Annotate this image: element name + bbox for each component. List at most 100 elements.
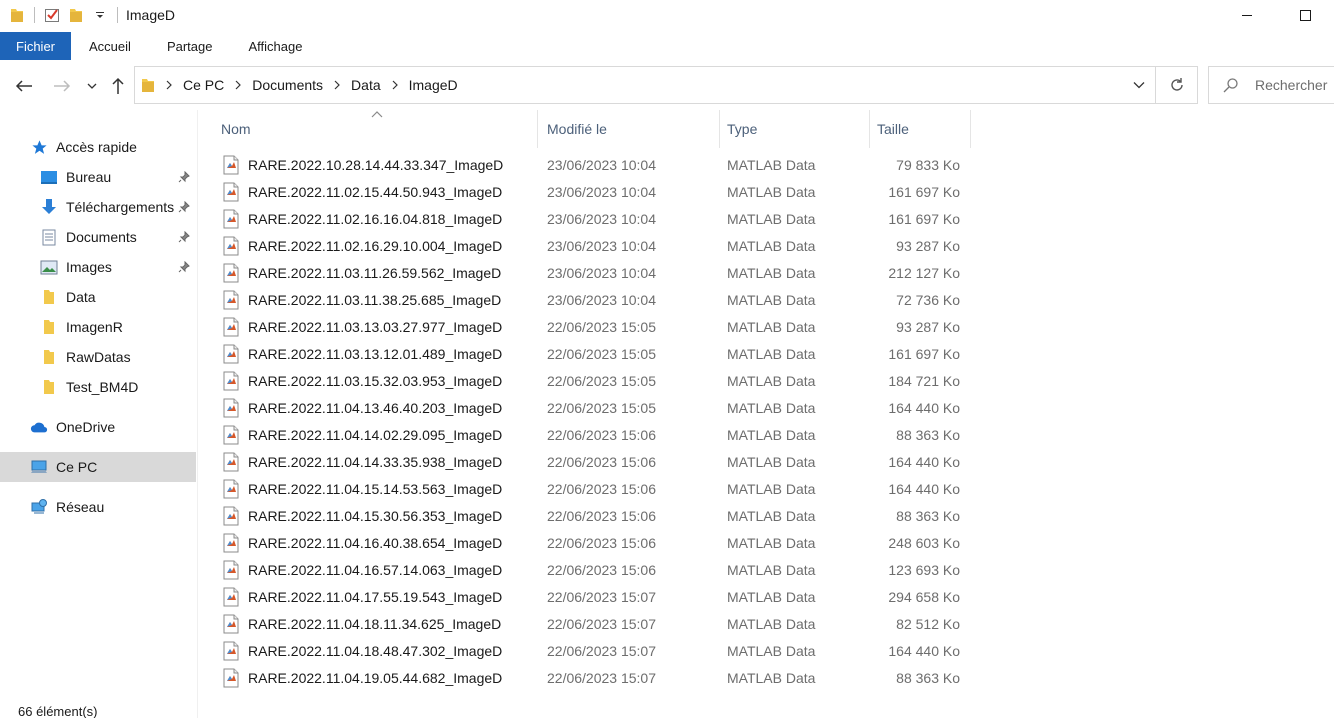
minimize-button[interactable]	[1218, 0, 1276, 30]
matlab-file-icon	[222, 317, 242, 337]
tab-partage[interactable]: Partage	[149, 32, 231, 60]
pin-icon[interactable]	[178, 231, 190, 243]
breadcrumb-ce-pc[interactable]: Ce PC	[183, 77, 224, 93]
matlab-file-icon	[222, 425, 242, 445]
file-row[interactable]: RARE.2022.11.03.11.38.25.685_ImageD 23/06…	[214, 287, 974, 314]
matlab-file-icon	[222, 155, 242, 175]
matlab-file-icon	[222, 290, 242, 310]
file-name: RARE.2022.11.04.17.55.19.543_ImageD	[248, 589, 503, 605]
matlab-file-icon	[222, 452, 242, 472]
file-modified: 23/06/2023 10:04	[547, 211, 656, 227]
tab-accueil[interactable]: Accueil	[71, 32, 149, 60]
breadcrumb-documents[interactable]: Documents	[252, 77, 323, 93]
breadcrumb-chevron-icon[interactable]	[392, 80, 398, 90]
sidebar-item-data[interactable]: Data	[40, 282, 96, 312]
sidebar-item-ce-pc[interactable]: Ce PC	[0, 452, 196, 482]
back-button[interactable]	[12, 74, 36, 98]
search-icon	[1223, 78, 1238, 93]
address-bar[interactable]: Ce PC Documents Data ImageD	[134, 66, 1156, 104]
file-row[interactable]: RARE.2022.11.02.15.44.50.943_ImageD 23/06…	[214, 179, 974, 206]
refresh-button[interactable]	[1156, 66, 1198, 104]
tab-affichage[interactable]: Affichage	[230, 32, 320, 60]
toolbar-divider	[34, 7, 35, 23]
file-size: 164 440 Ko	[888, 643, 960, 659]
folder-icon[interactable]	[8, 6, 26, 24]
matlab-file-icon	[222, 614, 242, 634]
column-divider[interactable]	[970, 110, 971, 148]
file-name: RARE.2022.11.04.15.14.53.563_ImageD	[248, 481, 503, 497]
file-row[interactable]: RARE.2022.11.04.18.11.34.625_ImageD 22/06…	[214, 611, 974, 638]
documents-icon	[40, 228, 58, 246]
file-row[interactable]: RARE.2022.11.04.15.30.56.353_ImageD 22/06…	[214, 503, 974, 530]
file-name: RARE.2022.11.03.15.32.03.953_ImageD	[248, 373, 503, 389]
file-row[interactable]: RARE.2022.11.03.15.32.03.953_ImageD 22/06…	[214, 368, 974, 395]
file-name: RARE.2022.11.02.15.44.50.943_ImageD	[248, 184, 503, 200]
file-name: RARE.2022.11.03.11.26.59.562_ImageD	[248, 265, 502, 281]
tab-fichier[interactable]: Fichier	[0, 32, 72, 60]
breadcrumb-imaged[interactable]: ImageD	[409, 77, 458, 93]
file-row[interactable]: RARE.2022.11.02.16.29.10.004_ImageD 23/06…	[214, 233, 974, 260]
sidebar-item-rawdatas[interactable]: RawDatas	[40, 342, 131, 372]
file-modified: 23/06/2023 10:04	[547, 157, 656, 173]
maximize-button[interactable]	[1276, 0, 1334, 30]
file-name: RARE.2022.11.04.13.46.40.203_ImageD	[248, 400, 503, 416]
pin-icon[interactable]	[178, 201, 190, 213]
star-icon	[30, 138, 48, 156]
pin-icon[interactable]	[178, 261, 190, 273]
column-header-type[interactable]: Type	[720, 110, 868, 148]
folder-icon	[40, 378, 58, 396]
file-row[interactable]: RARE.2022.10.28.14.44.33.347_ImageD 23/06…	[214, 152, 974, 179]
sidebar-item-acces-rapide[interactable]: Accès rapide	[30, 132, 137, 162]
forward-button[interactable]	[50, 74, 74, 98]
pin-icon[interactable]	[178, 171, 190, 183]
sidebar-item-test-bm4d[interactable]: Test_BM4D	[40, 372, 138, 402]
column-header-size[interactable]: Taille	[870, 110, 970, 148]
sidebar-item-bureau[interactable]: Bureau	[40, 162, 111, 192]
file-modified: 23/06/2023 10:04	[547, 292, 656, 308]
file-name: RARE.2022.11.02.16.16.04.818_ImageD	[248, 211, 503, 227]
sidebar-item-telechargements[interactable]: Téléchargements	[40, 192, 174, 222]
address-history-dropdown-icon[interactable]	[1131, 77, 1147, 93]
file-row[interactable]: RARE.2022.11.02.16.16.04.818_ImageD 23/06…	[214, 206, 974, 233]
sidebar-item-images[interactable]: Images	[40, 252, 112, 282]
pictures-icon	[40, 258, 58, 276]
file-row[interactable]: RARE.2022.11.04.16.40.38.654_ImageD 22/06…	[214, 530, 974, 557]
sidebar-item-onedrive[interactable]: OneDrive	[30, 412, 115, 442]
new-folder-icon[interactable]	[67, 6, 85, 24]
file-row[interactable]: RARE.2022.11.04.14.33.35.938_ImageD 22/06…	[214, 449, 974, 476]
recent-locations-dropdown[interactable]	[80, 74, 104, 98]
file-row[interactable]: RARE.2022.11.04.16.57.14.063_ImageD 22/06…	[214, 557, 974, 584]
file-row[interactable]: RARE.2022.11.04.13.46.40.203_ImageD 22/06…	[214, 395, 974, 422]
file-type: MATLAB Data	[727, 481, 816, 497]
sidebar-item-label: Images	[66, 259, 112, 275]
file-modified: 22/06/2023 15:06	[547, 535, 656, 551]
file-row[interactable]: RARE.2022.11.04.19.05.44.682_ImageD 22/06…	[214, 665, 974, 692]
file-row[interactable]: RARE.2022.11.03.11.26.59.562_ImageD 23/06…	[214, 260, 974, 287]
file-row[interactable]: RARE.2022.11.03.13.12.01.489_ImageD 22/06…	[214, 341, 974, 368]
column-header-modified[interactable]: Modifié le	[538, 110, 718, 148]
breadcrumb-data[interactable]: Data	[351, 77, 381, 93]
pane-divider[interactable]	[197, 110, 198, 718]
sidebar-item-reseau[interactable]: Réseau	[30, 492, 104, 522]
file-row[interactable]: RARE.2022.11.04.17.55.19.543_ImageD 22/06…	[214, 584, 974, 611]
matlab-file-icon	[222, 506, 242, 526]
up-button[interactable]	[106, 74, 130, 98]
file-row[interactable]: RARE.2022.11.04.18.48.47.302_ImageD 22/06…	[214, 638, 974, 665]
search-box[interactable]: Rechercher	[1208, 66, 1334, 104]
column-header-name[interactable]: Nom	[214, 110, 536, 148]
properties-checkmark-icon[interactable]	[43, 6, 61, 24]
customize-toolbar-dropdown-icon[interactable]	[91, 6, 109, 24]
file-row[interactable]: RARE.2022.11.04.14.02.29.095_ImageD 22/06…	[214, 422, 974, 449]
file-row[interactable]: RARE.2022.11.04.15.14.53.563_ImageD 22/06…	[214, 476, 974, 503]
breadcrumb-chevron-icon[interactable]	[166, 80, 172, 90]
breadcrumb-chevron-icon[interactable]	[235, 80, 242, 90]
matlab-file-icon	[222, 209, 242, 229]
sidebar-item-label: Réseau	[56, 499, 105, 515]
sidebar-item-label: Test_BM4D	[66, 379, 139, 395]
file-name: RARE.2022.11.03.11.38.25.685_ImageD	[248, 292, 502, 308]
sidebar-item-documents[interactable]: Documents	[40, 222, 137, 252]
sidebar-item-imagenr[interactable]: ImagenR	[40, 312, 123, 342]
breadcrumb-chevron-icon[interactable]	[334, 80, 340, 90]
file-row[interactable]: RARE.2022.11.03.13.03.27.977_ImageD 22/06…	[214, 314, 974, 341]
file-size: 248 603 Ko	[888, 535, 960, 551]
